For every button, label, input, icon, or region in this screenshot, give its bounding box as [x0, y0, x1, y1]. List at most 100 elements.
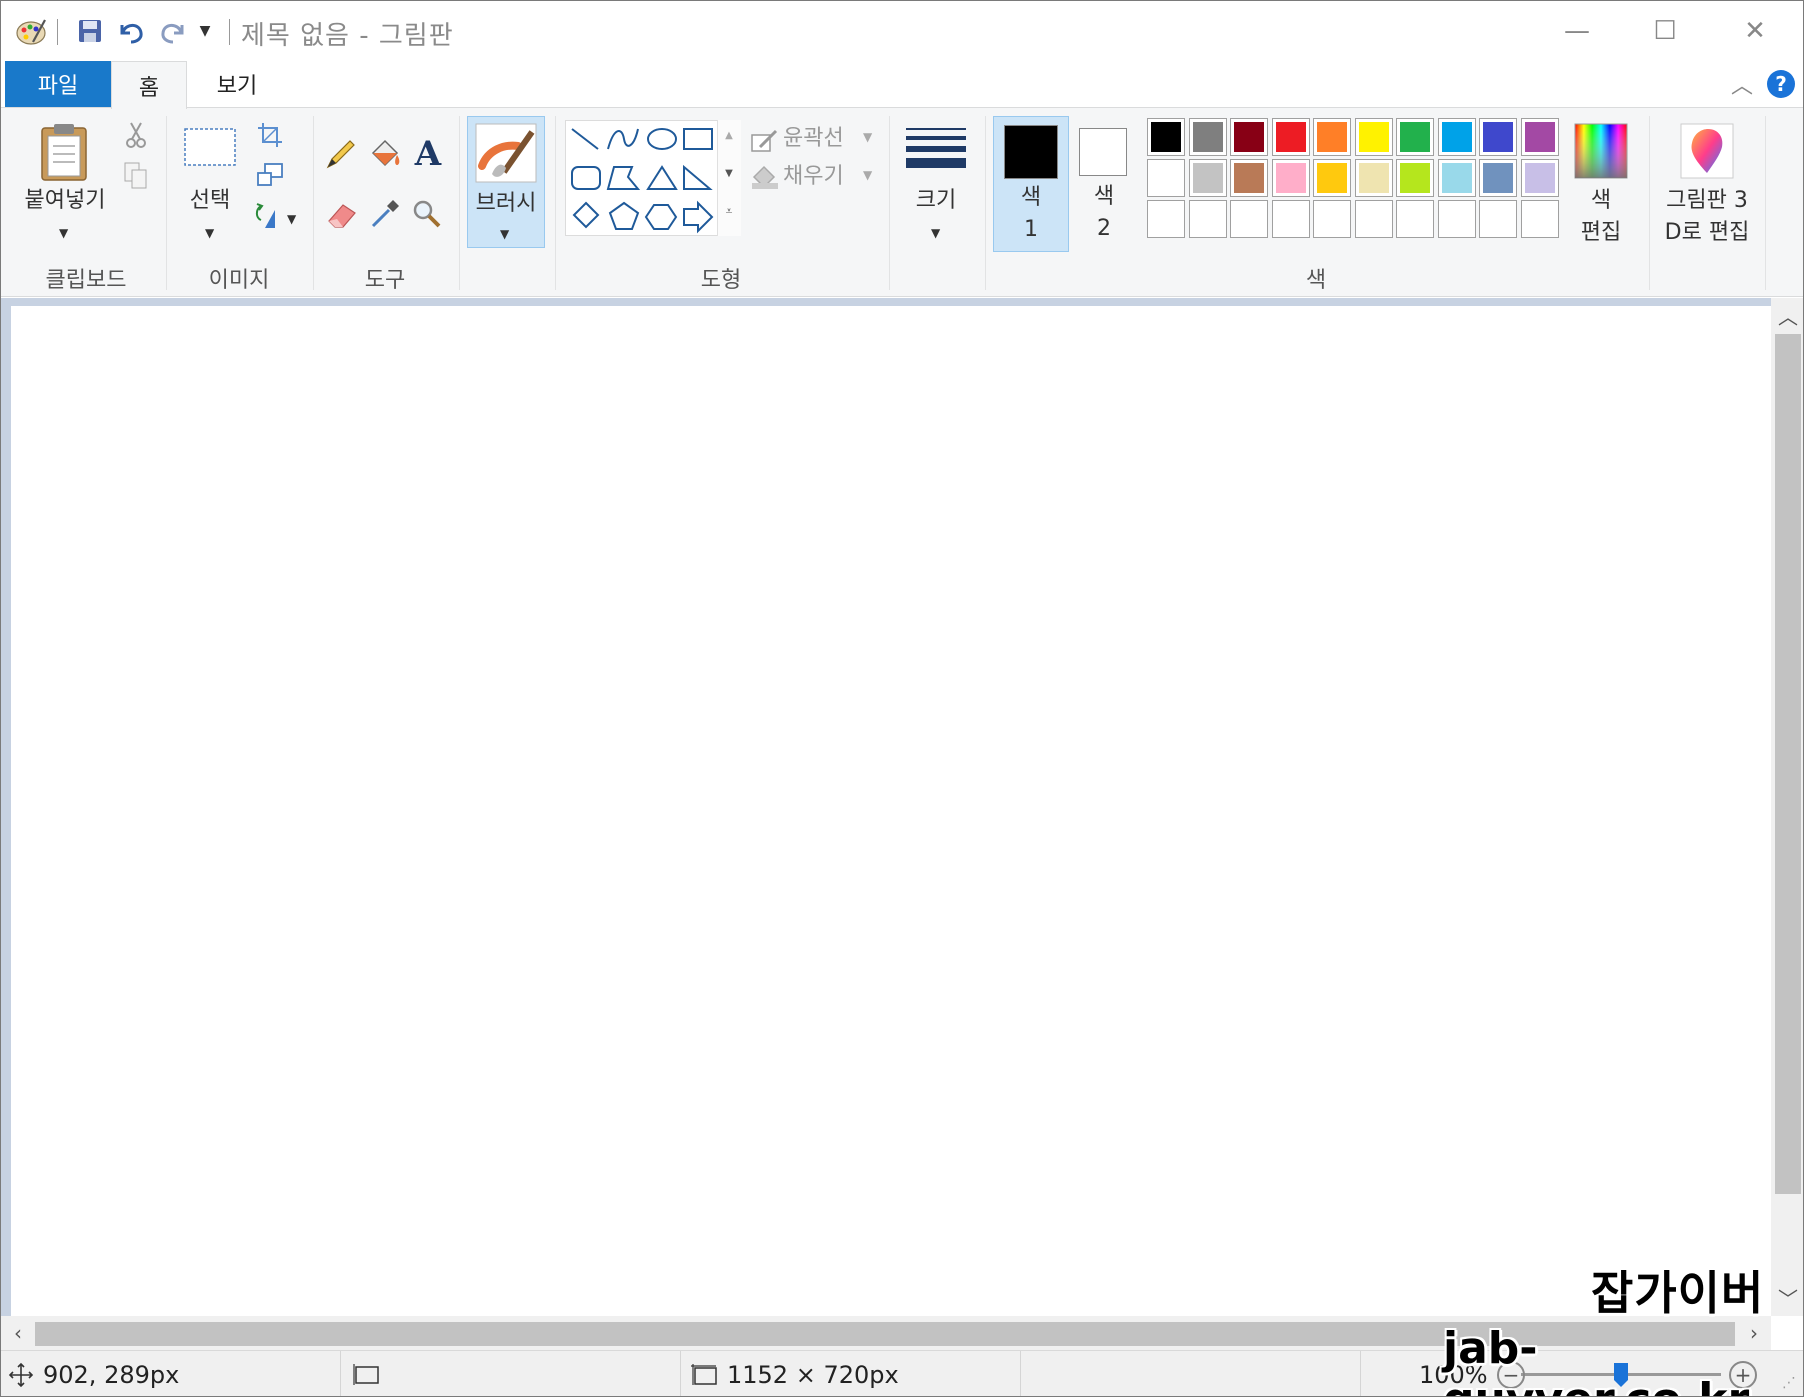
shapes-expand-icon[interactable]: ⩡	[718, 198, 740, 224]
paste-button-label[interactable]: 붙여넣기	[11, 186, 119, 216]
rotate-dropdown-icon[interactable]: ▼	[287, 212, 296, 226]
group-separator	[985, 116, 986, 290]
color1-button[interactable]: 색 1	[993, 116, 1069, 252]
edit-colors-label-top[interactable]: 색	[1567, 186, 1635, 216]
outline-dropdown-icon[interactable]: ▼	[863, 130, 872, 144]
palette-swatch[interactable]	[1271, 159, 1310, 197]
cut-icon[interactable]	[121, 120, 151, 150]
edit-colors-label-bottom[interactable]: 편집	[1567, 218, 1635, 248]
palette-swatch[interactable]	[1354, 159, 1393, 197]
canvas-workspace	[1, 298, 1771, 1316]
color2-swatch[interactable]	[1079, 128, 1127, 176]
paint3d-label-bottom[interactable]: D로 편집	[1655, 218, 1759, 248]
outline-icon[interactable]	[749, 126, 779, 156]
palette-swatch[interactable]	[1396, 118, 1434, 156]
palette-swatch[interactable]	[1354, 118, 1393, 156]
palette-swatch[interactable]	[1396, 200, 1434, 238]
fill-icon[interactable]	[749, 162, 781, 192]
tab-view[interactable]: 보기	[197, 61, 277, 107]
fill-bucket-icon[interactable]	[365, 136, 405, 172]
palette-swatch[interactable]	[1188, 159, 1227, 197]
redo-icon[interactable]	[155, 15, 191, 47]
crop-icon[interactable]	[255, 120, 285, 150]
eraser-icon[interactable]	[323, 196, 361, 232]
size-label[interactable]: 크기	[901, 186, 971, 216]
palette-swatch[interactable]	[1188, 200, 1227, 238]
select-dropdown-icon[interactable]: ▼	[205, 226, 214, 240]
palette-swatch[interactable]	[1479, 159, 1517, 197]
palette-swatch[interactable]	[1147, 159, 1185, 197]
save-icon[interactable]	[73, 15, 107, 47]
select-button-label[interactable]: 선택	[179, 186, 241, 216]
shapes-scroll-up-icon[interactable]: ▲	[718, 124, 740, 146]
select-icon[interactable]	[181, 124, 239, 170]
resize-icon[interactable]	[255, 160, 285, 190]
pencil-icon[interactable]	[323, 136, 359, 172]
paste-icon[interactable]	[35, 120, 93, 184]
paint3d-icon[interactable]	[1677, 120, 1737, 182]
group-separator	[555, 116, 556, 290]
size-dropdown-icon[interactable]: ▼	[931, 226, 940, 240]
shapes-scrollbar[interactable]: ▲ ▼ ⩡	[717, 120, 741, 236]
palette-swatch[interactable]	[1230, 118, 1268, 156]
copy-icon[interactable]	[121, 160, 151, 192]
color-picker-icon[interactable]	[367, 196, 403, 232]
brush-button[interactable]: 브러시 ▼	[467, 116, 545, 248]
palette-swatch[interactable]	[1437, 200, 1476, 238]
palette-swatch[interactable]	[1437, 159, 1476, 197]
edit-colors-icon[interactable]	[1571, 120, 1631, 182]
palette-swatch[interactable]	[1147, 200, 1185, 238]
paint3d-label-top[interactable]: 그림판 3	[1655, 186, 1759, 216]
color2-label-top[interactable]: 색	[1071, 182, 1137, 212]
group-separator	[1649, 116, 1650, 290]
palette-swatch[interactable]	[1354, 200, 1393, 238]
palette-swatch[interactable]	[1520, 118, 1559, 156]
palette-swatch[interactable]	[1437, 118, 1476, 156]
close-button[interactable]: ✕	[1717, 1, 1793, 61]
palette-swatch[interactable]	[1520, 200, 1559, 238]
undo-icon[interactable]	[113, 15, 149, 47]
fill-dropdown-icon[interactable]: ▼	[863, 168, 872, 182]
paint-app-icon[interactable]	[13, 15, 49, 47]
minimize-button[interactable]: —	[1539, 1, 1615, 61]
scroll-down-icon[interactable]: ﹀	[1775, 1284, 1801, 1311]
paste-dropdown-icon[interactable]: ▼	[59, 226, 68, 240]
magnifier-icon[interactable]	[409, 196, 445, 232]
scroll-up-icon[interactable]: ︿	[1775, 302, 1801, 329]
size-icon[interactable]	[901, 120, 971, 180]
cursor-position-section: 902, 289px	[1, 1351, 341, 1396]
palette-swatch[interactable]	[1313, 200, 1351, 238]
tab-home[interactable]: 홈	[111, 61, 187, 109]
palette-swatch[interactable]	[1230, 200, 1268, 238]
drawing-canvas[interactable]	[11, 306, 1771, 1316]
vertical-scrollbar[interactable]: ︿ ﹀	[1771, 298, 1803, 1316]
scroll-left-icon[interactable]: ‹	[5, 1320, 31, 1346]
color2-label-bottom[interactable]: 2	[1071, 214, 1137, 244]
tab-file[interactable]: 파일	[5, 61, 111, 107]
palette-swatch[interactable]	[1313, 118, 1351, 156]
maximize-button[interactable]: ☐	[1627, 1, 1703, 61]
tools-group-label: 도구	[364, 268, 406, 293]
customize-dropdown-icon[interactable]: ▼	[195, 15, 215, 47]
fill-label[interactable]: 채우기	[783, 162, 859, 192]
palette-swatch[interactable]	[1271, 118, 1310, 156]
rotate-icon[interactable]	[251, 200, 285, 232]
palette-swatch[interactable]	[1188, 118, 1227, 156]
palette-swatch[interactable]	[1271, 200, 1310, 238]
shapes-scroll-down-icon[interactable]: ▼	[718, 162, 740, 184]
outline-label[interactable]: 윤곽선	[783, 124, 859, 154]
text-tool-icon[interactable]: A	[409, 134, 447, 174]
cursor-position-text: 902, 289px	[43, 1361, 180, 1389]
shape-line-icon[interactable]	[565, 120, 715, 236]
palette-swatch[interactable]	[1479, 200, 1517, 238]
ribbon-collapse-icon[interactable]: ︿	[1727, 69, 1757, 99]
palette-swatch[interactable]	[1147, 118, 1185, 156]
help-icon[interactable]: ?	[1767, 70, 1795, 98]
vertical-scroll-thumb[interactable]	[1775, 334, 1801, 1194]
palette-swatch[interactable]	[1396, 159, 1434, 197]
palette-swatch[interactable]	[1230, 159, 1268, 197]
palette-swatch[interactable]	[1479, 118, 1517, 156]
palette-swatch[interactable]	[1313, 159, 1351, 197]
palette-swatch[interactable]	[1520, 159, 1559, 197]
title-separator	[57, 19, 58, 45]
